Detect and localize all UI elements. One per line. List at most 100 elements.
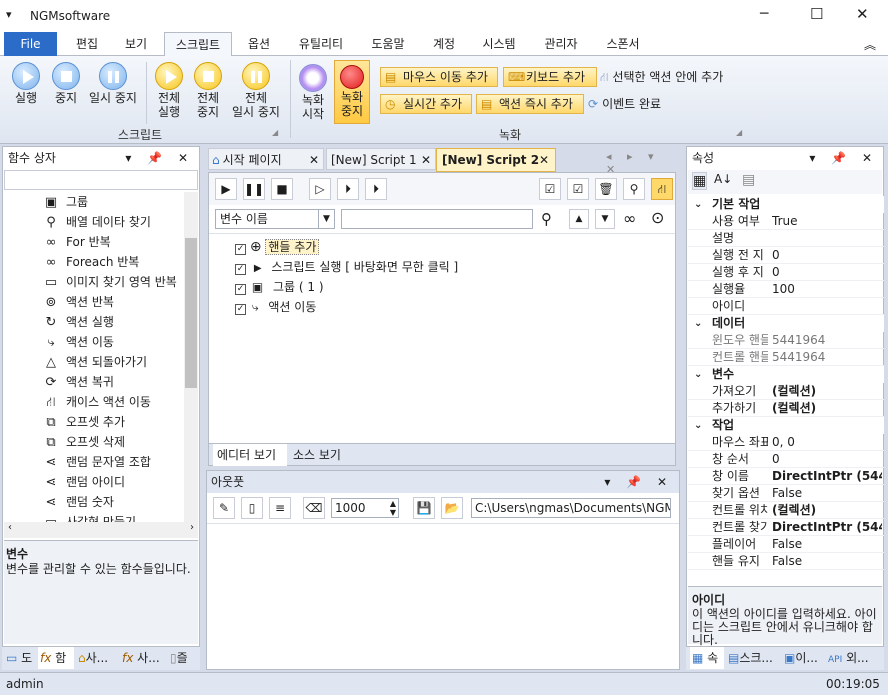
- tree-node[interactable]: ✓ ⊕ 핸들 추가: [235, 238, 320, 256]
- property-value[interactable]: 0: [772, 451, 882, 467]
- tab-admin[interactable]: 관리자: [536, 32, 586, 56]
- function-search-input[interactable]: [4, 170, 198, 190]
- folder-icon[interactable]: 📂: [441, 497, 463, 519]
- save-icon[interactable]: 💾: [413, 497, 435, 519]
- property-row[interactable]: 컨트롤 찾기 DirectIntPtr (5441: [688, 519, 884, 536]
- tab-userfunc[interactable]: fx 사...: [122, 647, 160, 669]
- tab-system[interactable]: 시스템: [474, 32, 524, 56]
- tab-scripts[interactable]: ▤스크...: [728, 647, 773, 669]
- checkbox[interactable]: ✓: [235, 284, 246, 295]
- function-list-hscrollbar[interactable]: ‹ ›: [4, 522, 198, 538]
- run-button[interactable]: 실행: [8, 62, 44, 105]
- property-row[interactable]: 찾기 옵션 False: [688, 485, 884, 502]
- tab-user[interactable]: ⌂사...: [78, 647, 108, 669]
- dialog-launcher-icon[interactable]: ◢: [736, 128, 742, 137]
- panel-pin-close-icons[interactable]: ▾ 📌 ✕: [809, 147, 878, 169]
- property-category[interactable]: ⌄ 작업: [688, 417, 884, 434]
- property-row[interactable]: 윈도우 핸들 5441964: [688, 332, 884, 349]
- property-row[interactable]: 실행율 100: [688, 281, 884, 298]
- clear-output-icon[interactable]: ✎: [213, 497, 235, 519]
- event-complete-button[interactable]: ⟳ 이벤트 완료: [588, 95, 661, 115]
- play-icon[interactable]: ▶: [215, 178, 237, 200]
- tree-node[interactable]: ✓ ▣ 그룹 ( 1 ): [235, 278, 324, 296]
- property-value[interactable]: DirectIntPtr (5441: [772, 468, 882, 484]
- tab-script[interactable]: 스크립트: [164, 32, 232, 57]
- property-row[interactable]: 사용 여부 True: [688, 213, 884, 230]
- categorized-icon[interactable]: ▦: [692, 172, 708, 190]
- delete-icon[interactable]: 🗑: [595, 178, 617, 200]
- dialog-launcher-icon[interactable]: ◢: [272, 128, 278, 137]
- property-row[interactable]: 플레이어 False: [688, 536, 884, 553]
- function-list-item[interactable]: ⊚ 액션 반복: [42, 292, 114, 312]
- function-list-item[interactable]: ⋖ 랜덤 문자열 조합: [42, 452, 151, 472]
- more-icon[interactable]: ⊙: [651, 208, 664, 227]
- property-row[interactable]: 창 순서 0: [688, 451, 884, 468]
- maximize-button[interactable]: ☐: [810, 5, 823, 23]
- tab-toolbox[interactable]: ▭ 도: [6, 647, 32, 669]
- property-row[interactable]: 창 이름 DirectIntPtr (5441: [688, 468, 884, 485]
- list-icon[interactable]: ≡: [269, 497, 291, 519]
- panel-pin-close-icons[interactable]: ▾ 📌 ✕: [125, 147, 194, 169]
- function-list-item[interactable]: ⚲ 배열 데이타 찾기: [42, 212, 151, 232]
- function-list-item[interactable]: ⧉ 오프셋 추가: [42, 412, 125, 432]
- search-icon[interactable]: ⚲: [541, 210, 552, 228]
- check-icon[interactable]: ☑: [567, 178, 589, 200]
- tab-images[interactable]: ▣이...: [784, 647, 818, 669]
- add-keyboard-button[interactable]: ⌨ 키보드 추가: [503, 67, 597, 87]
- log-path-input[interactable]: C:\Users\ngmas\Documents\NGM6\: [471, 498, 671, 518]
- property-category[interactable]: ⌄ 데이터: [688, 315, 884, 332]
- property-value[interactable]: False: [772, 485, 882, 501]
- tab-file[interactable]: File: [4, 32, 57, 56]
- add-action-instant-button[interactable]: ▤ 액션 즉시 추가: [476, 94, 584, 114]
- property-row[interactable]: 핸들 유지 False: [688, 553, 884, 570]
- property-value[interactable]: 0: [772, 247, 882, 263]
- function-list-item[interactable]: ∞ For 반복: [42, 232, 111, 252]
- new-log-icon[interactable]: ▯: [241, 497, 263, 519]
- add-mouse-move-button[interactable]: ▤ 마우스 이동 추가: [380, 67, 498, 87]
- tab-options[interactable]: 옵션: [236, 32, 282, 56]
- tab-script-2[interactable]: [New] Script 2 ✕: [436, 148, 556, 172]
- function-list-item[interactable]: ∞ Foreach 반복: [42, 252, 140, 272]
- eraser-icon[interactable]: ⌫: [303, 497, 325, 519]
- function-list-item[interactable]: ▭ 사각형 만들기: [42, 512, 136, 522]
- function-list-item[interactable]: ⧉ 오프셋 삭제: [42, 432, 125, 452]
- record-stop-button[interactable]: 녹화 중지: [334, 60, 370, 124]
- record-start-button[interactable]: 녹화 시작: [296, 64, 330, 121]
- property-row[interactable]: 마우스 좌표 0, 0: [688, 434, 884, 451]
- step-over-icon[interactable]: ⏵: [365, 178, 387, 200]
- sort-az-icon[interactable]: A↓: [714, 172, 732, 186]
- collapse-icon[interactable]: ⌄: [694, 196, 702, 213]
- minimize-button[interactable]: ─: [760, 6, 768, 22]
- property-category[interactable]: ⌄ 변수: [688, 366, 884, 383]
- function-list-item[interactable]: ⛙ 캐이스 액션 이동: [42, 392, 151, 412]
- tab-view[interactable]: 보기: [112, 32, 160, 56]
- checkbox[interactable]: ✓: [235, 264, 246, 275]
- property-value[interactable]: (컬렉션): [772, 400, 882, 416]
- tab-favorites[interactable]: ▯즐: [170, 647, 188, 669]
- check-all-icon[interactable]: ☑: [539, 178, 561, 200]
- variable-value-input[interactable]: [341, 209, 533, 229]
- chevron-down-icon[interactable]: ▼: [318, 210, 334, 228]
- pause-icon[interactable]: ❚❚: [243, 178, 265, 200]
- interval-spinner[interactable]: 1000 ▲ ▼: [331, 498, 399, 518]
- scrollbar-thumb[interactable]: [185, 238, 197, 388]
- tab-start-page[interactable]: ⌂ 시작 페이지 ✕: [208, 148, 324, 170]
- collapse-icon[interactable]: ⌄: [694, 315, 702, 332]
- move-up-icon[interactable]: ▲: [569, 209, 589, 229]
- function-list-item[interactable]: ↻ 액션 실행: [42, 312, 114, 332]
- property-value[interactable]: 0, 0: [772, 434, 882, 450]
- tree-node[interactable]: ✓ ⤷ 액션 이동: [235, 298, 316, 316]
- checkbox[interactable]: ✓: [235, 244, 246, 255]
- function-list-item[interactable]: ⤷ 액션 이동: [42, 332, 114, 352]
- tree-node[interactable]: ✓ ▶ 스크립트 실행 [ 바탕화면 무한 클릭 ]: [235, 258, 458, 276]
- step-into-icon[interactable]: ⏵: [337, 178, 359, 200]
- stop-all-button[interactable]: 전체 중지: [189, 62, 227, 119]
- function-list-item[interactable]: ⋖ 랜덤 숫자: [42, 492, 114, 512]
- property-row[interactable]: 아이디: [688, 298, 884, 315]
- add-realtime-button[interactable]: ◷ 실시간 추가: [380, 94, 472, 114]
- scroll-right-icon[interactable]: ›: [190, 522, 194, 533]
- stop-button[interactable]: 중지: [48, 62, 84, 105]
- tab-properties[interactable]: ▦ 속: [690, 647, 724, 669]
- tab-editor-view[interactable]: 에디터 보기: [213, 444, 287, 466]
- collapse-icon[interactable]: ⌄: [694, 417, 702, 434]
